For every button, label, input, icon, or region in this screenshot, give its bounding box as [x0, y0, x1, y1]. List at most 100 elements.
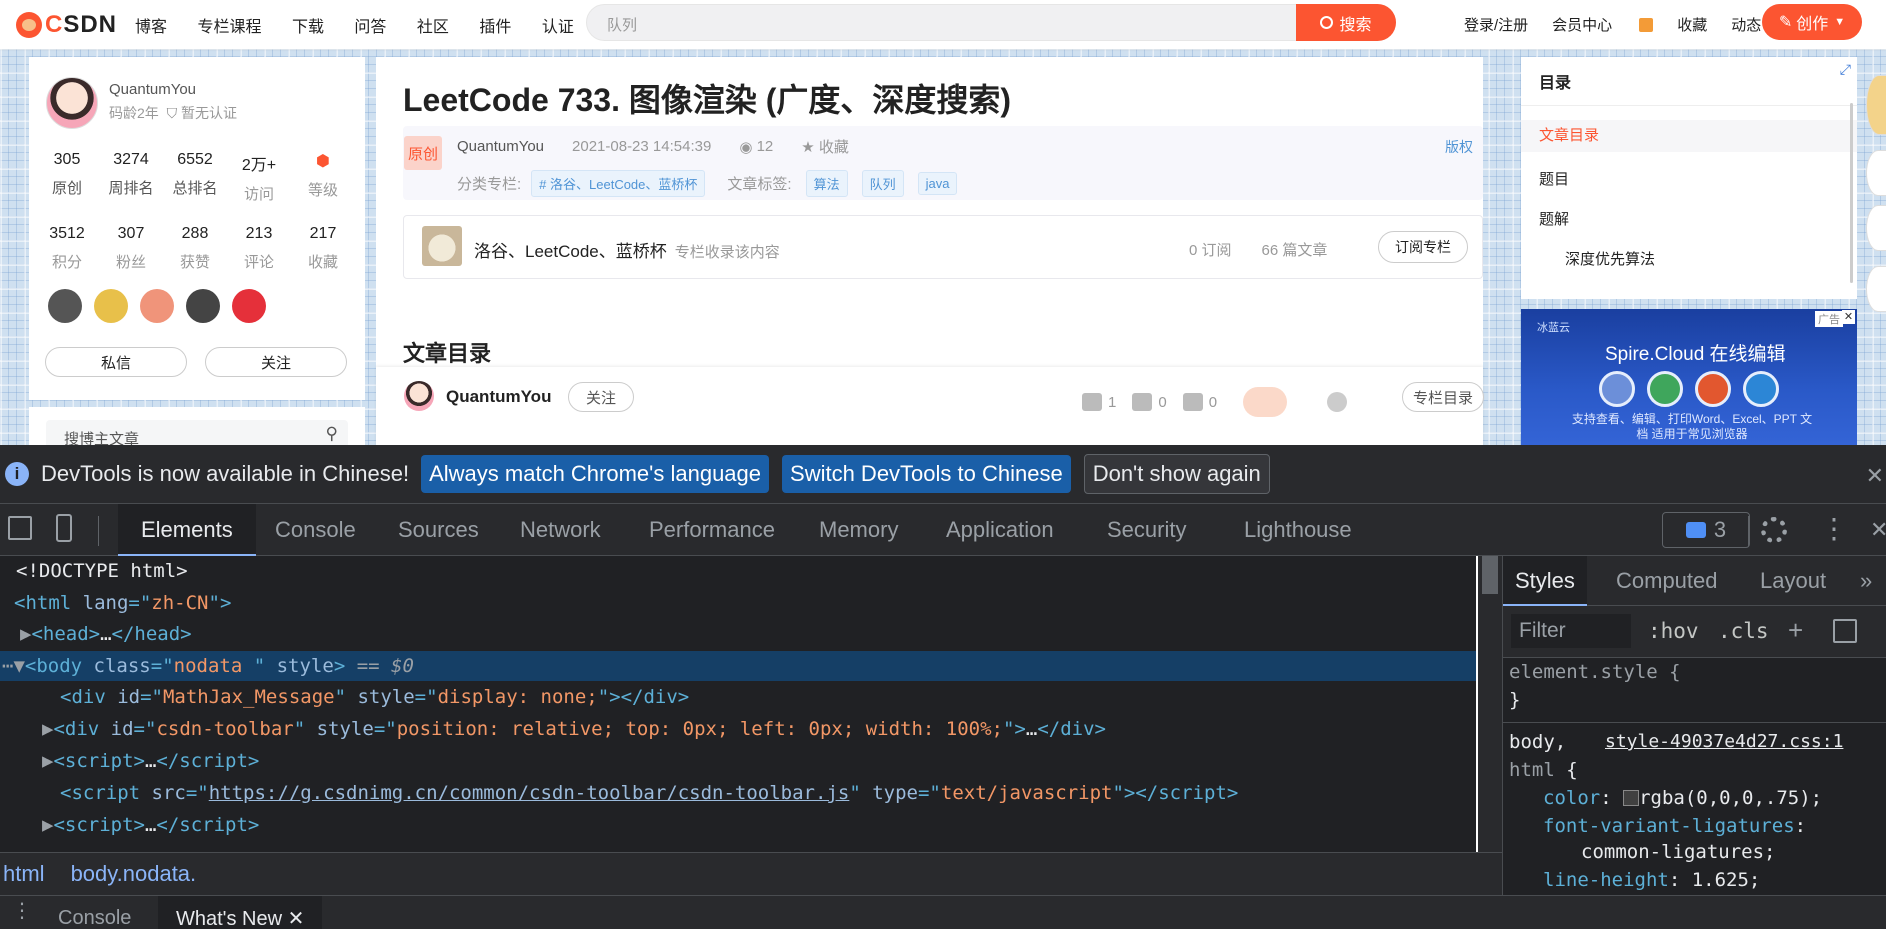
switch-to-chinese-button[interactable]: Switch DevTools to Chinese [782, 455, 1071, 493]
drawer-menu-icon[interactable]: ⋮ [12, 898, 32, 923]
cls-toggle[interactable]: .cls [1718, 619, 1769, 643]
tab-performance[interactable]: Performance [649, 504, 775, 556]
tab-security[interactable]: Security [1107, 504, 1186, 556]
contributor-badge-icon[interactable] [186, 289, 220, 323]
stat-level[interactable]: ⬢ 等级 [291, 151, 355, 204]
more-options-icon[interactable]: ⋮ [1820, 510, 1848, 548]
tab-lighthouse[interactable]: Lighthouse [1244, 504, 1352, 556]
floating-widget[interactable] [1866, 75, 1886, 135]
always-match-language-button[interactable]: Always match Chrome's language [421, 455, 770, 493]
dom-node-script-src[interactable]: <script src="https://g.csdnimg.cn/common… [0, 778, 1476, 808]
issues-counter-button[interactable]: 3 [1662, 512, 1750, 548]
dom-node-html[interactable]: <html lang="zh-CN"> [0, 588, 1476, 618]
column-cover-image[interactable] [422, 226, 462, 266]
tab-memory[interactable]: Memory [819, 504, 898, 556]
breadcrumb-html[interactable]: html [3, 861, 45, 887]
tab-sources[interactable]: Sources [398, 504, 479, 556]
style-prop-color[interactable]: color: rgba(0,0,0,.75); [1543, 784, 1822, 812]
bar-author-name[interactable]: QuantumYou [446, 387, 551, 407]
nav-plugins[interactable]: 插件 [479, 19, 511, 36]
close-devtools-icon[interactable]: ✕ [1870, 517, 1886, 543]
device-toolbar-icon[interactable] [56, 514, 72, 542]
float-button-2[interactable] [1866, 205, 1886, 251]
tab-application[interactable]: Application [946, 504, 1054, 556]
nav-download[interactable]: 下载 [292, 19, 324, 36]
element-style-rule[interactable]: element.style { [1509, 658, 1681, 686]
tab-layout[interactable]: Layout [1760, 568, 1826, 594]
stat-original[interactable]: 305 原创 [35, 151, 99, 204]
tag-queue[interactable]: 队列 [861, 170, 904, 197]
tag-algorithm[interactable]: 算法 [805, 170, 848, 197]
tab-console[interactable]: Console [275, 504, 356, 556]
share-icon[interactable] [1327, 392, 1348, 412]
stat-week-rank[interactable]: 3274 周排名 [99, 151, 163, 204]
pen-badge-icon[interactable] [232, 289, 266, 323]
column-toc-button[interactable]: 专栏目录 [1402, 382, 1484, 412]
blog-search-input[interactable]: 搜博主文章 ⚲ [46, 420, 348, 445]
author-name[interactable]: QuantumYou [109, 81, 196, 98]
copyright-link[interactable]: 版权 [1445, 137, 1473, 157]
dom-node-csdn-toolbar[interactable]: ▶<div id="csdn-toolbar" style="position:… [0, 714, 1476, 744]
expand-triangle-icon[interactable]: ▶ [42, 750, 53, 772]
toc-item-solution[interactable]: 题解 [1539, 208, 1569, 229]
csdn-logo[interactable]: CSDN [16, 11, 117, 39]
float-button-3[interactable] [1866, 266, 1886, 312]
column-name[interactable]: 洛谷、LeetCode、蓝桥杯 [474, 242, 667, 261]
github-badge-icon[interactable] [48, 289, 82, 323]
drawer-tab-whats-new[interactable]: What's New ✕ [158, 896, 323, 929]
toc-item-dfs[interactable]: 深度优先算法 [1565, 248, 1655, 269]
stat-total-rank[interactable]: 6552 总排名 [163, 151, 227, 204]
close-icon[interactable]: ✕ [1842, 310, 1855, 324]
hov-toggle[interactable]: :hov [1648, 619, 1699, 643]
nav-qa[interactable]: 问答 [354, 19, 386, 36]
thirty-days-badge-icon[interactable] [94, 289, 128, 323]
favorite-link[interactable]: 收藏 [819, 136, 849, 157]
close-icon[interactable]: ✕ [288, 908, 305, 929]
dom-node-mathjax[interactable]: <div id="MathJax_Message" style="display… [0, 682, 1476, 712]
dont-show-again-button[interactable]: Don't show again [1083, 454, 1270, 494]
create-button[interactable]: ✎ 创作 ▼ [1762, 4, 1862, 40]
article-author[interactable]: QuantumYou [457, 138, 544, 155]
body-html-rule[interactable]: body, [1509, 728, 1566, 756]
tag-java[interactable]: java [917, 172, 958, 195]
tab-computed[interactable]: Computed [1616, 568, 1718, 594]
ad-banner[interactable]: 冰蓝云 广告 ✕ Spire.Cloud 在线编辑 支持查看、编辑、打印Word… [1521, 309, 1857, 445]
dom-node-body[interactable]: ⋯▼<body class="nodata " style> == $0 [0, 651, 1476, 681]
nav-community[interactable]: 社区 [417, 19, 449, 36]
style-prop-line-height[interactable]: line-height: 1.625; [1543, 866, 1760, 894]
drawer-tab-console[interactable]: Console [58, 907, 131, 929]
comment-button[interactable]: 0 [1132, 393, 1167, 411]
like-button[interactable]: 1 [1082, 393, 1116, 411]
style-prop-font-variant[interactable]: font-variant-ligatures: [1543, 812, 1806, 840]
new-style-rule-icon[interactable]: + [1788, 615, 1803, 646]
color-swatch[interactable] [1623, 790, 1640, 806]
script-src-link[interactable]: https://g.csdnimg.cn/common/csdn-toolbar… [209, 782, 850, 804]
gear-icon[interactable] [1761, 517, 1787, 543]
avatar[interactable] [404, 381, 434, 411]
stylesheet-source-link[interactable]: style-49037e4d27.css:1 [1605, 728, 1843, 756]
nav-courses[interactable]: 专栏课程 [197, 19, 261, 36]
login-link[interactable]: 登录/注册 [1464, 14, 1528, 35]
nav-certification[interactable]: 认证 [542, 19, 574, 36]
nav-blog[interactable]: 博客 [135, 19, 167, 36]
expand-triangle-icon[interactable]: ▶ [42, 814, 53, 836]
search-input[interactable]: 队列 [586, 4, 1396, 41]
tab-styles[interactable]: Styles [1503, 556, 1587, 606]
bar-follow-button[interactable]: 关注 [568, 382, 634, 412]
star-button[interactable]: 0 [1182, 393, 1217, 411]
expand-triangle-icon[interactable]: ▶ [42, 718, 53, 740]
favorites-link[interactable]: 收藏 [1677, 14, 1707, 35]
toc-scrollbar[interactable] [1850, 103, 1853, 283]
toggle-sidebar-icon[interactable] [1833, 619, 1857, 643]
follow-button[interactable]: 关注 [205, 347, 347, 377]
styles-filter-input[interactable]: Filter [1511, 614, 1631, 648]
dom-node-doctype[interactable]: <!DOCTYPE html> [0, 556, 1476, 586]
vip-center-link[interactable]: 会员中心 [1552, 14, 1654, 35]
activity-link[interactable]: 动态 [1731, 14, 1761, 35]
toc-item-problem[interactable]: 题目 [1539, 168, 1569, 189]
expand-triangle-icon[interactable]: ▶ [20, 623, 31, 645]
close-icon[interactable]: ✕ [1866, 463, 1884, 489]
dom-node-head[interactable]: ▶<head>…</head> [0, 619, 1476, 649]
category-tag[interactable]: # 洛谷、LeetCode、蓝桥杯 [531, 170, 706, 197]
expand-icon[interactable]: ⤢ [1840, 61, 1851, 78]
